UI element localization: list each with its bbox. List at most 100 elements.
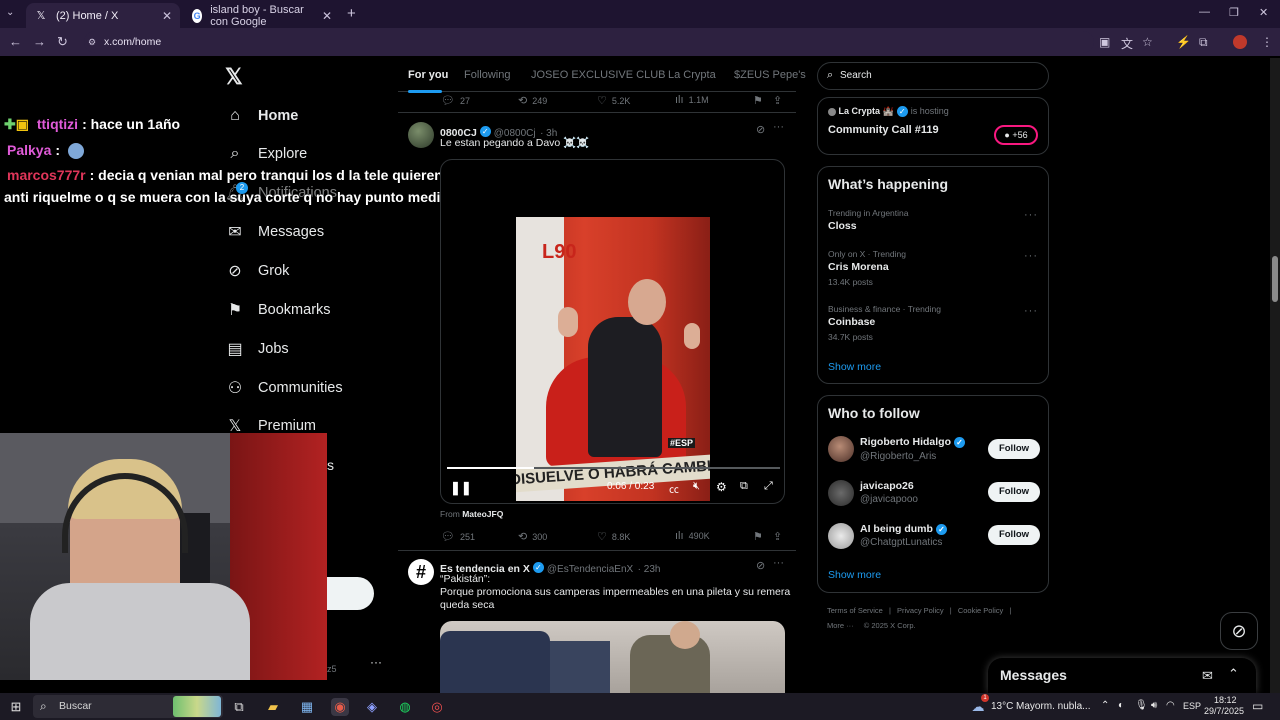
taskbar-search[interactable]: ⌕ Buscar bbox=[33, 695, 223, 718]
spotify-icon[interactable]: ◍ bbox=[396, 698, 414, 716]
privacy-link[interactable]: Privacy Policy bbox=[897, 606, 944, 615]
account-menu-icon[interactable]: ··· bbox=[370, 655, 382, 669]
notifications-icon[interactable]: ▭ bbox=[1252, 699, 1263, 713]
share-button[interactable]: ⇪ bbox=[773, 94, 782, 107]
views-button[interactable]: ılı 490K bbox=[675, 530, 710, 542]
clock-date[interactable]: 29/7/2025 bbox=[1204, 706, 1244, 716]
terms-link[interactable]: Terms of Service bbox=[827, 606, 883, 615]
pip-icon[interactable]: ⧉ bbox=[740, 480, 748, 493]
site-info-icon[interactable]: ⚙ bbox=[88, 31, 96, 53]
cookie-link[interactable]: Cookie Policy bbox=[958, 606, 1003, 615]
reply-button[interactable]: 💬︎ 27 bbox=[441, 94, 470, 107]
tab-la-crypta[interactable]: La Crypta bbox=[668, 69, 716, 81]
tab-joseo-exclusive-club[interactable]: JOSEO EXCLUSIVE CLUB bbox=[531, 69, 666, 81]
translate-icon[interactable]: 文 bbox=[1121, 35, 1133, 52]
windows-start-icon[interactable]: ⊞ bbox=[7, 698, 25, 716]
tab-search-button[interactable]: ⌄ bbox=[6, 7, 20, 21]
tab-zeus-pepes[interactable]: $ZEUS Pepe's bbox=[734, 69, 806, 81]
clock-time[interactable]: 18:12 bbox=[1214, 695, 1237, 705]
nav-explore[interactable]: ⌕ Explore bbox=[226, 141, 308, 167]
follow-suggestion-name[interactable]: Rigoberto Hidalgo ✓ bbox=[860, 436, 968, 448]
video-player[interactable]: L90 #ESP DISUELVE O HABRÁ CAMBIOS? ❚❚ 0:… bbox=[440, 159, 785, 504]
minimize-button[interactable]: — bbox=[1199, 6, 1210, 18]
follow-suggestion-name[interactable]: AI being dumb ✓ bbox=[860, 523, 950, 535]
restore-button[interactable]: ❐ bbox=[1229, 6, 1239, 19]
x-logo-icon[interactable]: 𝕏 bbox=[225, 64, 243, 90]
file-explorer-icon[interactable]: ▰ bbox=[264, 698, 282, 716]
settings-icon[interactable]: ⚙ bbox=[716, 480, 727, 494]
tab-google-search[interactable]: G island boy - Buscar con Google ✕ bbox=[184, 3, 340, 28]
tweet-more-icon[interactable]: ··· bbox=[773, 121, 784, 133]
pause-icon[interactable]: ❚❚ bbox=[450, 480, 472, 496]
tab-following[interactable]: Following bbox=[464, 69, 510, 81]
trend-more-icon[interactable]: ··· bbox=[1024, 250, 1038, 262]
nav-home[interactable]: ⌂ Home bbox=[226, 103, 298, 129]
tweet-avatar[interactable]: # bbox=[408, 559, 434, 585]
install-icon[interactable]: ▣ bbox=[1099, 35, 1110, 49]
nav-more-partial[interactable]: s bbox=[327, 457, 334, 473]
nav-bookmarks[interactable]: ⚑ Bookmarks bbox=[226, 297, 331, 323]
fullscreen-icon[interactable]: ⤢ bbox=[764, 480, 773, 493]
tab-for-you[interactable]: For you bbox=[408, 69, 448, 81]
trend-more-icon[interactable]: ··· bbox=[1024, 209, 1038, 221]
grok-floating-button[interactable]: ⊘ bbox=[1220, 612, 1258, 650]
like-button[interactable]: ♡ 8.8K bbox=[597, 530, 630, 543]
avatar[interactable] bbox=[828, 480, 854, 506]
nav-jobs[interactable]: ▤ Jobs bbox=[226, 336, 288, 362]
puzzle-icon[interactable]: ⧉ bbox=[1199, 35, 1208, 50]
star-icon[interactable]: ☆ bbox=[1142, 35, 1153, 49]
forward-icon[interactable]: → bbox=[33, 34, 46, 49]
trend-name[interactable]: Cris Morena bbox=[828, 261, 889, 273]
language-indicator[interactable]: ESP bbox=[1183, 701, 1201, 711]
reply-button[interactable]: 💬︎ 251 bbox=[441, 530, 475, 543]
grok-tweet-icon[interactable]: ⊘ bbox=[756, 123, 765, 136]
messages-drawer[interactable]: Messages ✉ ⌃ bbox=[988, 658, 1256, 693]
nav-messages[interactable]: ✉ Messages bbox=[226, 219, 324, 245]
like-button[interactable]: ♡ 5.2K bbox=[597, 94, 630, 107]
menu-icon[interactable]: ⋮ bbox=[1261, 35, 1273, 49]
avatar[interactable] bbox=[828, 436, 854, 462]
avatar[interactable] bbox=[828, 523, 854, 549]
space-listeners[interactable]: ● +56 bbox=[994, 125, 1038, 145]
tweet-avatar[interactable] bbox=[408, 122, 434, 148]
speaker-icon[interactable]: 🔊︎ bbox=[1151, 700, 1157, 711]
show-more-link[interactable]: Show more bbox=[828, 569, 881, 581]
store-icon[interactable]: ▦ bbox=[298, 698, 316, 716]
page-scrollbar[interactable] bbox=[1270, 58, 1280, 693]
new-tab-button[interactable]: + bbox=[347, 5, 356, 22]
expand-drawer-icon[interactable]: ⌃ bbox=[1228, 666, 1239, 682]
share-button[interactable]: ⇪ bbox=[773, 530, 782, 543]
follow-button[interactable]: Follow bbox=[988, 482, 1040, 502]
bookmark-button[interactable]: ⚑ bbox=[753, 530, 763, 543]
trend-name[interactable]: Closs bbox=[828, 220, 857, 232]
new-message-icon[interactable]: ✉ bbox=[1202, 668, 1213, 684]
bookmark-button[interactable]: ⚑ bbox=[753, 94, 763, 107]
trend-name[interactable]: Coinbase bbox=[828, 316, 875, 328]
tweet-time[interactable]: · 23h bbox=[638, 564, 661, 575]
tray-app-icon[interactable]: ◐ bbox=[1118, 700, 1124, 711]
profile-avatar[interactable] bbox=[1233, 35, 1247, 49]
chrome-icon[interactable]: ◉ bbox=[331, 698, 349, 716]
close-icon[interactable]: ✕ bbox=[162, 9, 172, 23]
grok-tweet-icon[interactable]: ⊘ bbox=[756, 559, 765, 572]
tray-overflow-icon[interactable]: ⌃ bbox=[1101, 700, 1109, 711]
trend-more-icon[interactable]: ··· bbox=[1024, 305, 1038, 317]
tab-x-home[interactable]: 𝕏 (2) Home / X ✕ bbox=[26, 3, 180, 28]
tweet-image[interactable] bbox=[440, 621, 785, 693]
follow-button[interactable]: Follow bbox=[988, 439, 1040, 459]
nav-communities[interactable]: ⚇ Communities bbox=[226, 375, 343, 401]
discord-icon[interactable]: ◈ bbox=[363, 698, 381, 716]
extension-icon[interactable]: ⚡ bbox=[1176, 35, 1191, 49]
follow-suggestion-name[interactable]: javicapo26 bbox=[860, 480, 914, 492]
video-progress-track[interactable] bbox=[447, 467, 780, 469]
obs-icon[interactable]: ◎ bbox=[428, 698, 446, 716]
address-bar[interactable]: ⚙ x.com/home bbox=[84, 31, 1094, 53]
tweet-author-handle[interactable]: @EsTendenciaEnX bbox=[547, 564, 633, 575]
repost-button[interactable]: ⟲ 300 bbox=[518, 530, 547, 543]
nav-grok[interactable]: ⊘ Grok bbox=[226, 258, 289, 284]
tweet-more-icon[interactable]: ··· bbox=[773, 557, 784, 569]
more-link[interactable]: More ··· bbox=[827, 621, 854, 630]
close-window-button[interactable]: ✕ bbox=[1259, 6, 1268, 19]
scrollbar-thumb[interactable] bbox=[1272, 256, 1278, 302]
mic-icon[interactable]: 🎙︎ bbox=[1135, 700, 1148, 711]
